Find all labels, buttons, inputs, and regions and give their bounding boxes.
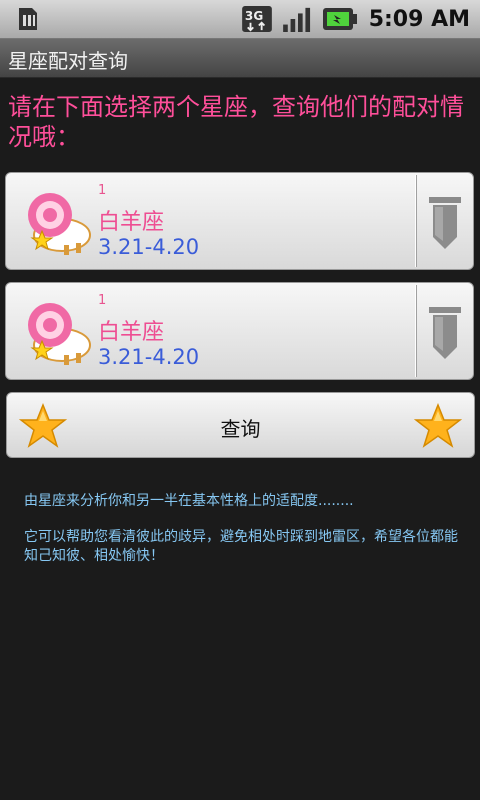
query-button-label: 查询 — [220, 417, 261, 441]
title-bar: 星座配对查询 — [0, 39, 480, 78]
divider — [416, 175, 417, 267]
aries-sheep-icon — [28, 303, 91, 365]
network-3g-icon: 3G — [241, 6, 272, 32]
instruction-text: 请在下面选择两个星座，查询他们的配对情况哦： — [8, 93, 464, 151]
dropdown-arrow-icon[interactable] — [427, 305, 463, 361]
sign-spinner-first[interactable]: 1 白羊座 3.21-4.20 — [5, 172, 474, 270]
signal-icon — [282, 7, 310, 32]
battery-icon — [322, 8, 357, 30]
query-button[interactable]: 查询 — [6, 392, 475, 458]
description-paragraph: 它可以帮助您看清彼此的歧异，避免相处时踩到地雷区，希望各位都能知己知彼、相处愉快… — [24, 529, 458, 564]
sign-name: 白羊座 — [98, 210, 165, 235]
status-time: 5:09 AM — [368, 6, 470, 32]
aries-sheep-icon — [28, 193, 91, 255]
divider — [415, 285, 416, 377]
sign-dates: 3.21-4.20 — [98, 345, 200, 369]
sign-name: 白羊座 — [98, 320, 165, 345]
spinner-index: 1 — [98, 183, 107, 198]
app-title: 星座配对查询 — [8, 49, 128, 73]
divider — [416, 285, 417, 377]
status-bar: 3G 5:09 AM — [0, 0, 480, 39]
dropdown-arrow-icon[interactable] — [427, 195, 463, 251]
description-paragraph: 由星座来分析你和另一半在基本性格上的适配度........ — [24, 493, 354, 509]
sign-dates: 3.21-4.20 — [98, 235, 200, 259]
divider — [415, 175, 416, 267]
sign-spinner-second[interactable]: 1 白羊座 3.21-4.20 — [5, 282, 474, 380]
star-icon — [414, 403, 462, 448]
network-label: 3G — [245, 9, 263, 23]
spinner-index: 1 — [98, 293, 107, 308]
sim-card-icon — [19, 8, 37, 30]
